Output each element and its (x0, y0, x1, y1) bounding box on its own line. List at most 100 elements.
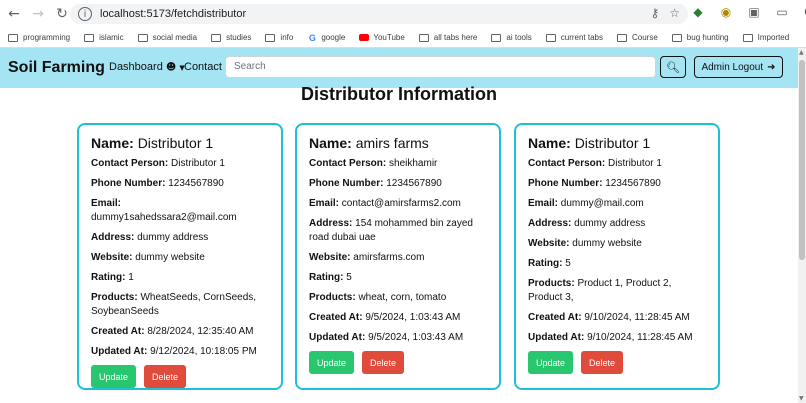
field-value: dummy@mail.com (560, 198, 644, 209)
forward-icon[interactable]: → (28, 4, 48, 24)
delete-button[interactable]: Delete (144, 365, 186, 388)
bookmark-label: Imported (757, 33, 790, 42)
bookmark-item[interactable]: islamic (84, 33, 124, 42)
bookmark-item[interactable]: programming (8, 33, 70, 42)
field-label: Created At: (528, 312, 582, 323)
card-actions: Update Delete (91, 365, 269, 388)
field-value: amirsfarms.com (353, 252, 425, 263)
field-value: 1234567890 (168, 178, 224, 189)
scroll-up-icon[interactable]: ▲ (799, 49, 804, 56)
update-button[interactable]: Update (309, 351, 354, 374)
name-value: Distributor 1 (574, 135, 651, 151)
bookmark-item[interactable]: ai tools (491, 33, 532, 42)
bookmark-item[interactable]: studies (211, 33, 251, 42)
bookmark-star-icon[interactable]: ☆ (669, 6, 680, 20)
bookmark-item[interactable]: social media (137, 33, 198, 42)
scroll-thumb[interactable] (799, 60, 805, 260)
key-icon[interactable]: ⚷ (650, 6, 659, 20)
field-label: Website: (528, 238, 570, 249)
admin-logout-button[interactable]: Admin Logout ➜ (694, 56, 783, 78)
bookmark-item[interactable]: info (265, 33, 293, 42)
contact-link[interactable]: Contact (184, 61, 222, 73)
name-label: Name: (309, 135, 352, 151)
field-value: dummy address (574, 218, 646, 229)
field-value: Distributor 1 (171, 158, 225, 169)
delete-button[interactable]: Delete (362, 351, 404, 374)
field-value: 9/10/2024, 11:28:45 AM (584, 312, 690, 323)
distributor-name: Name: Distributor 1 (528, 135, 706, 151)
logout-label: Admin Logout (701, 61, 764, 73)
field-label: Created At: (309, 312, 363, 323)
field-email: Email: dummy1sahedssara2@mail.com (91, 197, 269, 225)
field-label: Contact Person: (91, 158, 169, 169)
reload-icon[interactable]: ↻ (52, 4, 72, 24)
bookmark-item[interactable]: YouTube (359, 33, 405, 42)
bookmark-item[interactable]: Ggoogle (307, 32, 346, 43)
field-contact-person: Contact Person: sheikhamir (309, 157, 487, 171)
field-label: Rating: (91, 272, 126, 283)
bookmark-label: social media (152, 33, 198, 42)
arrow-right-circle-icon: ➜ (767, 61, 776, 73)
search-button[interactable]: 🔍︎ (660, 56, 686, 78)
bookmark-item[interactable]: Imported (742, 33, 790, 42)
field-created: Created At: 9/5/2024, 1:03:43 AM (309, 311, 487, 325)
field-address: Address: dummy address (91, 231, 269, 245)
bookmark-label: programming (23, 33, 71, 42)
dashboard-label: Dashboard (109, 61, 163, 73)
bookmark-item[interactable]: bug hunting (671, 33, 729, 42)
field-products: Products: WheatSeeds, CornSeeds, Soybean… (91, 291, 269, 319)
extension-icon-2[interactable]: ◉ (718, 5, 734, 19)
search-input[interactable]: Search (225, 56, 656, 78)
brand-title[interactable]: Soil Farming (8, 59, 105, 77)
update-button[interactable]: Update (528, 351, 573, 374)
field-website: Website: dummy website (528, 237, 706, 251)
field-updated: Updated At: 9/12/2024, 10:18:05 PM (91, 345, 269, 359)
profile-avatar-icon[interactable]: ☻ (802, 5, 806, 19)
bookmark-label: studies (226, 33, 252, 42)
bookmark-label: bug hunting (686, 33, 729, 42)
field-label: Address: (528, 218, 572, 229)
name-label: Name: (528, 135, 571, 151)
folder-icon (211, 33, 222, 42)
field-value: 9/5/2024, 1:03:43 AM (365, 312, 461, 323)
distributor-card: Name: amirs farms Contact Person: sheikha… (295, 123, 501, 390)
user-circle-icon: ☻ (165, 62, 177, 73)
sidebar-icon[interactable]: ▭ (774, 5, 790, 19)
folder-icon (742, 33, 753, 42)
browser-toolbar: ← → ↻ i localhost:5173/fetchdistributor … (0, 0, 806, 28)
delete-button[interactable]: Delete (581, 351, 623, 374)
name-value: amirs farms (355, 135, 429, 151)
extensions-puzzle-icon[interactable]: ▣ (746, 5, 762, 19)
extension-icon[interactable]: ◆ (690, 5, 706, 19)
field-label: Phone Number: (309, 178, 384, 189)
site-info-icon[interactable]: i (78, 7, 92, 21)
field-email: Email: dummy@mail.com (528, 197, 706, 211)
bookmarks-bar: programming islamic social media studies inf… (0, 28, 806, 48)
field-value: 1234567890 (605, 178, 661, 189)
address-bar[interactable]: i localhost:5173/fetchdistributor ⚷ ☆ (70, 4, 688, 24)
field-label: Products: (91, 292, 138, 303)
field-value: dummy1sahedssara2@mail.com (91, 212, 237, 223)
card-actions: Update Delete (309, 351, 487, 374)
app-navbar: Soil Farming Dashboard ☻ ▼ Contact Searc… (0, 48, 798, 88)
page-scrollbar[interactable]: ▲ ▼ (798, 48, 806, 403)
folder-icon (84, 33, 95, 42)
bookmark-item[interactable]: current tabs (545, 33, 603, 42)
dashboard-dropdown[interactable]: Dashboard ☻ ▼ (109, 61, 185, 73)
address-bar-url: localhost:5173/fetchdistributor (100, 8, 247, 20)
update-button[interactable]: Update (91, 365, 136, 388)
google-icon: G (308, 32, 316, 43)
scroll-down-icon[interactable]: ▼ (799, 395, 804, 402)
bookmark-label: YouTube (373, 33, 405, 42)
folder-icon (8, 33, 18, 42)
folder-icon (545, 33, 556, 42)
field-label: Website: (91, 252, 133, 263)
back-icon[interactable]: ← (4, 4, 24, 24)
distributor-name: Name: Distributor 1 (91, 135, 269, 151)
bookmark-item[interactable]: Course (617, 33, 658, 42)
bookmark-item[interactable]: all tabs here (418, 33, 478, 42)
field-contact-person: Contact Person: Distributor 1 (528, 157, 706, 171)
bookmark-label: all tabs here (433, 33, 478, 42)
card-actions: Update Delete (528, 351, 706, 374)
field-rating: Rating: 1 (91, 271, 269, 285)
